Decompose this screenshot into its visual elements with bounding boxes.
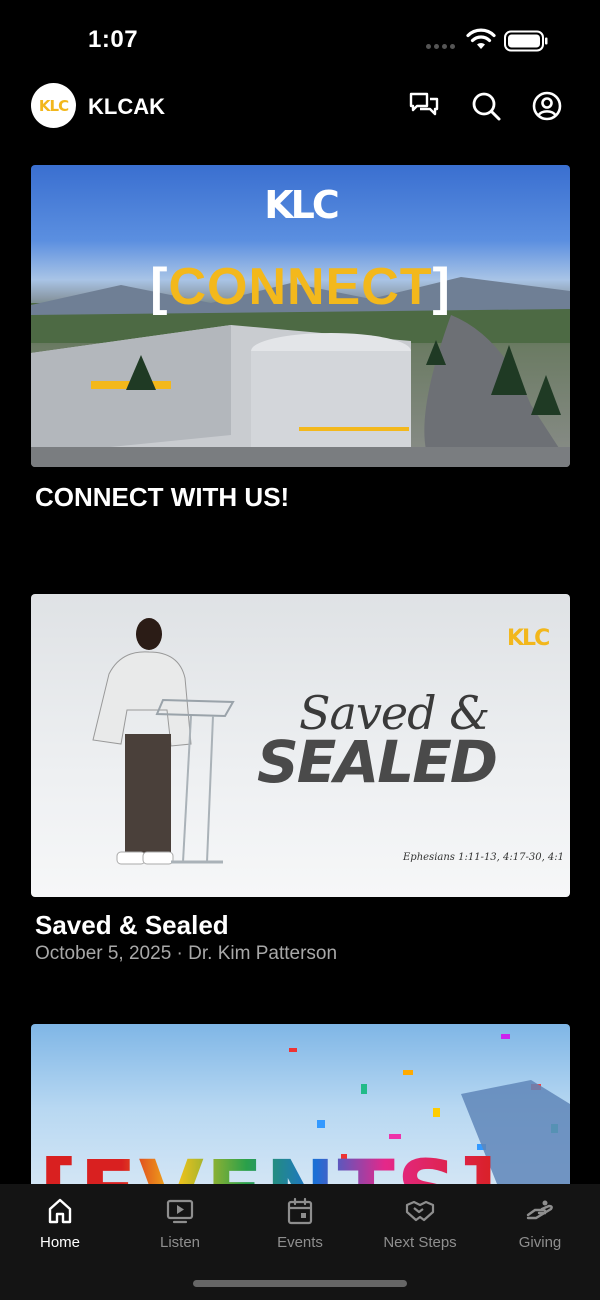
profile-icon[interactable] <box>531 90 563 122</box>
logo-text: KLC <box>38 96 69 115</box>
tab-events[interactable]: Events <box>240 1184 360 1264</box>
tab-next-steps[interactable]: Next Steps <box>360 1184 480 1264</box>
tab-giving[interactable]: Giving <box>480 1184 600 1264</box>
card-subtitle-sermon: October 5, 2025 · Dr. Kim Patterson <box>35 943 338 964</box>
bracket-right: ] <box>432 258 451 316</box>
tab-label-giving: Giving <box>518 1234 562 1251</box>
play-screen-icon <box>166 1199 194 1224</box>
wifi-icon <box>466 28 496 49</box>
giving-hand-icon <box>526 1200 553 1220</box>
tab-label-home: Home <box>39 1234 80 1251</box>
calendar-icon <box>287 1197 313 1225</box>
home-indicator[interactable] <box>193 1280 407 1287</box>
status-bar: 1:07 <box>0 0 600 80</box>
events-card-image[interactable]: [EVENTS] <box>31 1024 570 1194</box>
card-title-sermon[interactable]: Saved & Sealed <box>35 910 229 941</box>
sermon-art-block: SEALED <box>257 728 498 796</box>
status-time: 1:07 <box>88 26 139 53</box>
connect-word: CONNECT <box>168 258 433 316</box>
battery-icon <box>504 30 548 52</box>
home-icon <box>48 1198 72 1224</box>
bracket-left: [ <box>150 258 169 316</box>
connect-headline: [CONNECT] <box>31 257 570 317</box>
scripture-reference: Ephesians 1:11-13, 4:17-30, 4:1 <box>403 852 565 863</box>
card-title-connect[interactable]: CONNECT WITH US! <box>35 482 289 513</box>
app-name: KLCAK <box>88 94 165 119</box>
church-logo[interactable]: KLC <box>31 83 76 128</box>
tab-listen[interactable]: Listen <box>120 1184 240 1264</box>
connect-card-image[interactable]: KLC [CONNECT] <box>31 165 570 467</box>
chat-icon[interactable] <box>408 90 440 122</box>
tab-label-next-steps: Next Steps <box>383 1234 457 1251</box>
tab-label-listen: Listen <box>159 1234 201 1251</box>
handshake-icon <box>405 1200 435 1222</box>
app-header: KLC KLCAK <box>0 80 600 134</box>
search-icon[interactable] <box>470 90 502 122</box>
klc-logo-white: KLC <box>264 183 340 227</box>
tab-home[interactable]: Home <box>0 1184 120 1264</box>
cellular-signal-icon <box>426 44 455 49</box>
klc-logo-gold: KLC <box>507 626 550 651</box>
sermon-card-image[interactable]: KLC Saved & SEALED Ephesians 1:11-13, 4:… <box>31 594 570 897</box>
tab-label-events: Events <box>277 1234 323 1251</box>
